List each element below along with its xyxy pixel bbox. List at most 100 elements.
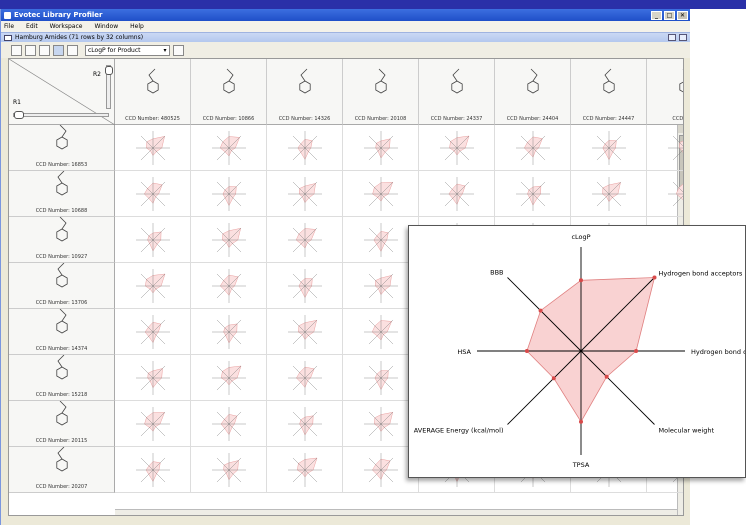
structure-view-icon[interactable] <box>39 44 50 56</box>
radar-thumbnail-cell[interactable] <box>267 309 343 355</box>
column-header[interactable]: CCD Number: 20108 <box>343 59 419 125</box>
maximize-button[interactable]: □ <box>664 10 675 20</box>
radar-thumbnail-cell[interactable] <box>267 401 343 447</box>
radar-thumbnail-cell[interactable] <box>267 217 343 263</box>
column-header[interactable]: CCD Number: 480525 <box>115 59 191 125</box>
column-zoom-thumb[interactable] <box>105 66 113 75</box>
row-zoom-thumb[interactable] <box>14 111 24 119</box>
sort-icon[interactable] <box>173 44 184 56</box>
radar-thumbnail-cell[interactable] <box>191 217 267 263</box>
grid-view-icon[interactable] <box>11 44 22 56</box>
column-zoom-slider[interactable] <box>105 65 113 109</box>
column-header[interactable]: CCD Number: 24447 <box>571 59 647 125</box>
radar-thumbnail-cell[interactable] <box>115 171 191 217</box>
radar-thumbnail-cell[interactable] <box>571 171 647 217</box>
radar-point[interactable] <box>538 308 543 313</box>
property-select[interactable]: cLogP for Product ▾ <box>85 44 170 56</box>
menu-help[interactable]: Help <box>130 23 144 30</box>
row-header[interactable]: CCD Number: 13706 <box>9 263 115 309</box>
radar-thumbnail-cell[interactable] <box>343 171 419 217</box>
radar-thumbnail-cell[interactable] <box>191 447 267 493</box>
radar-thumbnail <box>212 361 246 395</box>
detach-view-icon[interactable] <box>668 34 676 41</box>
radar-thumbnail-cell[interactable] <box>343 125 419 171</box>
column-header-label: CCD Number: 480525 <box>125 116 180 122</box>
radar-thumbnail-cell[interactable] <box>267 125 343 171</box>
radar-thumbnail-cell[interactable] <box>115 355 191 401</box>
row-header[interactable]: CCD Number: 20207 <box>9 447 115 493</box>
row-header[interactable]: CCD Number: 10927 <box>9 217 115 263</box>
radar-thumbnail-cell[interactable] <box>571 125 647 171</box>
structure-drawing <box>56 401 68 426</box>
radar-thumbnail-cell[interactable] <box>115 309 191 355</box>
radar-thumbnail-cell[interactable] <box>647 171 683 217</box>
grid-corner: R2 R1 <box>9 59 115 125</box>
radar-thumbnail <box>288 315 322 349</box>
radar-point[interactable] <box>604 374 609 379</box>
column-header[interactable]: CCD Number: 24337 <box>419 59 495 125</box>
radar-thumbnail-cell[interactable] <box>115 401 191 447</box>
radar-thumbnail-cell[interactable] <box>115 447 191 493</box>
app-icon <box>4 11 11 19</box>
row-header-label: CCD Number: 20207 <box>35 484 88 490</box>
radar-point[interactable] <box>579 278 583 283</box>
menu-window[interactable]: Window <box>94 23 118 30</box>
radar-point[interactable] <box>579 419 583 424</box>
radar-view-icon[interactable] <box>53 44 64 56</box>
radar-thumbnail-cell[interactable] <box>191 355 267 401</box>
radar-thumbnail-cell[interactable] <box>191 309 267 355</box>
row-header-label: CCD Number: 16853 <box>35 162 88 168</box>
column-header[interactable]: CCD Number: 10866 <box>191 59 267 125</box>
radar-thumbnail <box>212 269 246 303</box>
structure-drawing <box>56 355 68 380</box>
menu-file[interactable]: File <box>4 23 14 30</box>
row-header[interactable]: CCD Number: 20115 <box>9 401 115 447</box>
radar-thumbnail <box>212 223 246 257</box>
row-header-label: CCD Number: 13706 <box>35 300 88 306</box>
radar-point[interactable] <box>524 349 529 353</box>
row-header[interactable]: CCD Number: 16853 <box>9 125 115 171</box>
radar-thumbnail-cell[interactable] <box>191 171 267 217</box>
radar-thumbnail-cell[interactable] <box>419 171 495 217</box>
close-button[interactable]: ✕ <box>677 10 688 20</box>
radar-point[interactable] <box>551 376 556 381</box>
radar-thumbnail-cell[interactable] <box>191 401 267 447</box>
column-header[interactable]: CCD Number: 24404 <box>495 59 571 125</box>
radar-thumbnail <box>592 177 626 211</box>
radar-thumbnail-cell[interactable] <box>191 263 267 309</box>
row-header-label: CCD Number: 14374 <box>35 346 88 352</box>
radar-thumbnail-cell[interactable] <box>115 125 191 171</box>
radar-thumbnail-cell[interactable] <box>267 447 343 493</box>
radar-thumbnail-cell[interactable] <box>647 125 683 171</box>
row-zoom-slider[interactable] <box>13 111 109 119</box>
color-map-icon[interactable] <box>67 44 78 56</box>
radar-thumbnail-cell[interactable] <box>267 171 343 217</box>
radar-thumbnail-cell[interactable] <box>115 217 191 263</box>
column-header[interactable]: CCD Num <box>647 59 683 125</box>
row-header-label: CCD Number: 15218 <box>35 392 88 398</box>
radar-point[interactable] <box>652 275 657 280</box>
radar-thumbnail-cell[interactable] <box>115 263 191 309</box>
column-header[interactable]: CCD Number: 14326 <box>267 59 343 125</box>
column-header-label: CCD Number: 24404 <box>506 116 559 122</box>
radar-thumbnail-cell[interactable] <box>267 355 343 401</box>
menu-workspace[interactable]: Workspace <box>50 23 83 30</box>
menu-edit[interactable]: Edit <box>26 23 38 30</box>
radar-thumbnail-cell[interactable] <box>191 125 267 171</box>
radar-thumbnail-cell[interactable] <box>495 171 571 217</box>
row-header[interactable]: CCD Number: 15218 <box>9 355 115 401</box>
radar-point[interactable] <box>634 349 639 353</box>
horizontal-scrollbar[interactable] <box>115 509 677 515</box>
table-view-icon[interactable] <box>25 44 36 56</box>
radar-thumbnail <box>212 131 246 165</box>
row-header[interactable]: CCD Number: 10688 <box>9 171 115 217</box>
structure-drawing <box>375 68 387 94</box>
row-header[interactable]: CCD Number: 14374 <box>9 309 115 355</box>
radar-thumbnail-cell[interactable] <box>267 263 343 309</box>
radar-thumbnail-cell[interactable] <box>495 125 571 171</box>
radar-thumbnail-cell[interactable] <box>419 125 495 171</box>
radar-thumbnail <box>288 361 322 395</box>
minimize-button[interactable]: _ <box>651 10 662 20</box>
maximize-view-icon[interactable] <box>679 34 687 41</box>
title-bar: Evotec Library Profiler _ □ ✕ <box>1 9 690 21</box>
